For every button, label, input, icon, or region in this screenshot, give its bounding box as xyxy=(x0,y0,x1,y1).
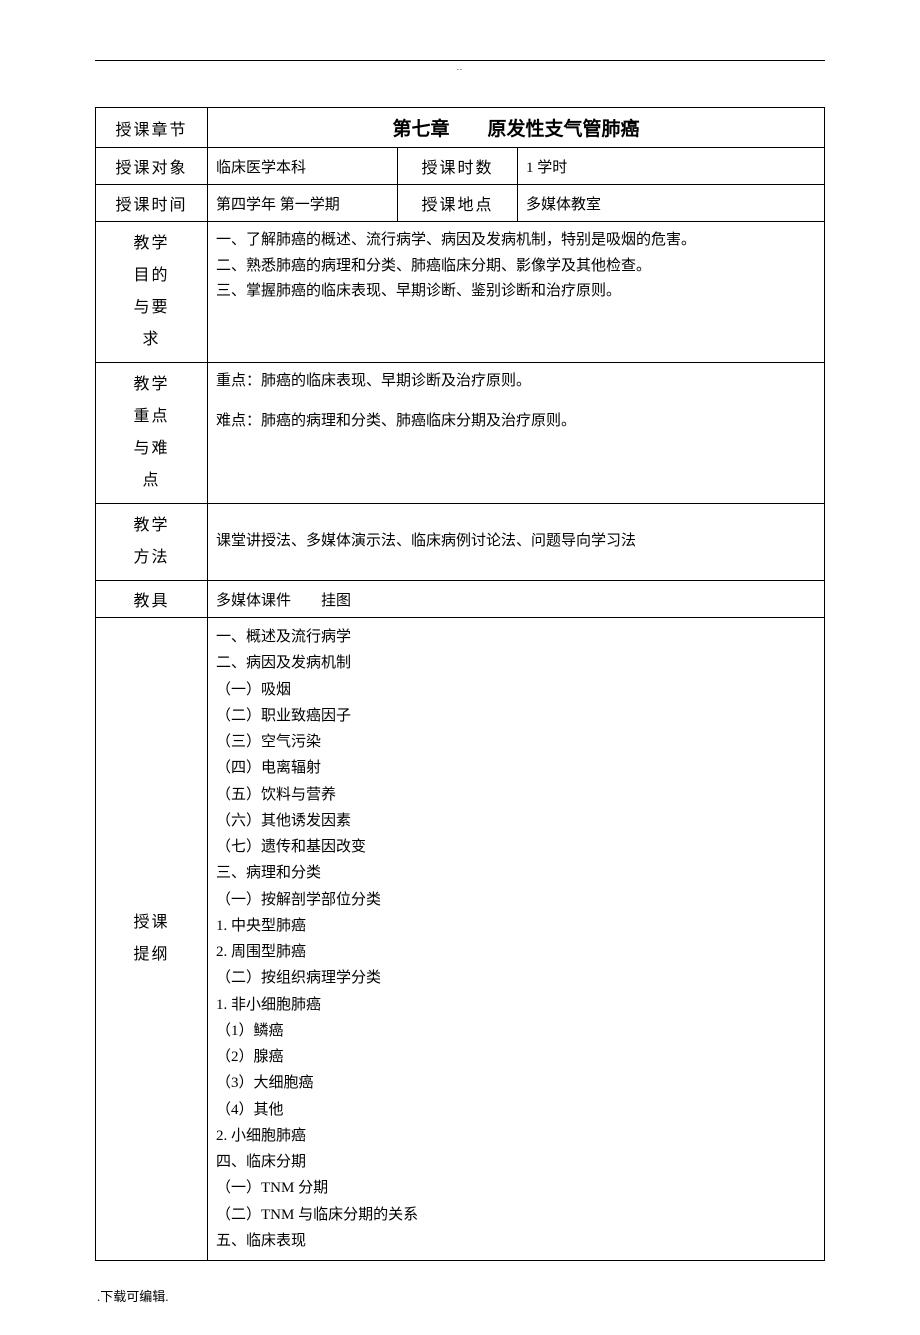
objectives-content: 一、了解肺癌的概述、流行病学、病因及发病机制，特别是吸烟的危害。 二、熟悉肺癌的… xyxy=(208,222,825,363)
label-keypoints-line: 教学 xyxy=(104,369,199,401)
outline-item: （五）饮料与营养 xyxy=(216,782,816,808)
lesson-plan-table: 授课章节 第七章 原发性支气管肺癌 授课对象 临床医学本科 授课时数 1 学时 … xyxy=(95,107,825,1261)
label-chapter: 授课章节 xyxy=(96,108,208,148)
row-methods: 教学 方法 课堂讲授法、多媒体演示法、临床病例讨论法、问题导向学习法 xyxy=(96,504,825,581)
label-hours: 授课时数 xyxy=(398,148,518,185)
row-outline: 授课 提纲 一、概述及流行病学 二、病因及发病机制 （一）吸烟 （二）职业致癌因… xyxy=(96,618,825,1261)
label-location: 授课地点 xyxy=(398,185,518,222)
outline-item: （二）TNM 与临床分期的关系 xyxy=(216,1202,816,1228)
row-keypoints: 教学 重点 与难 点 重点：肺癌的临床表现、早期诊断及治疗原则。 难点：肺癌的病… xyxy=(96,363,825,504)
outline-item: （一）按解剖学部位分类 xyxy=(216,887,816,913)
objectives-item: 三、掌握肺癌的临床表现、早期诊断、鉴别诊断和治疗原则。 xyxy=(216,279,816,305)
row-tools: 教具 多媒体课件 挂图 xyxy=(96,581,825,618)
chapter-title: 第七章 原发性支气管肺癌 xyxy=(208,108,825,148)
methods-content: 课堂讲授法、多媒体演示法、临床病例讨论法、问题导向学习法 xyxy=(208,504,825,581)
row-chapter: 授课章节 第七章 原发性支气管肺癌 xyxy=(96,108,825,148)
outline-content: 一、概述及流行病学 二、病因及发病机制 （一）吸烟 （二）职业致癌因子 （三）空… xyxy=(208,618,825,1261)
outline-item: 2. 周围型肺癌 xyxy=(216,939,816,965)
label-objectives-line: 教学 xyxy=(104,228,199,260)
header-dots: .. xyxy=(95,63,825,72)
outline-item: 1. 中央型肺癌 xyxy=(216,913,816,939)
value-time: 第四学年 第一学期 xyxy=(208,185,398,222)
header-rule xyxy=(95,60,825,61)
label-objectives-line: 与要 xyxy=(104,292,199,324)
outline-item: 二、病因及发病机制 xyxy=(216,650,816,676)
row-objectives: 教学 目的 与要 求 一、了解肺癌的概述、流行病学、病因及发病机制，特别是吸烟的… xyxy=(96,222,825,363)
label-objectives-line: 目的 xyxy=(104,260,199,292)
objectives-item: 二、熟悉肺癌的病理和分类、肺癌临床分期、影像学及其他检查。 xyxy=(216,254,816,280)
value-audience: 临床医学本科 xyxy=(208,148,398,185)
label-methods-line: 教学 xyxy=(104,510,199,542)
outline-item: （一）TNM 分期 xyxy=(216,1175,816,1201)
outline-item: 三、病理和分类 xyxy=(216,860,816,886)
outline-item: 2. 小细胞肺癌 xyxy=(216,1123,816,1149)
tools-content: 多媒体课件 挂图 xyxy=(208,581,825,618)
outline-item: （二）按组织病理学分类 xyxy=(216,965,816,991)
keypoints-content: 重点：肺癌的临床表现、早期诊断及治疗原则。 难点：肺癌的病理和分类、肺癌临床分期… xyxy=(208,363,825,504)
outline-item: （4）其他 xyxy=(216,1097,816,1123)
value-hours: 1 学时 xyxy=(518,148,825,185)
label-keypoints: 教学 重点 与难 点 xyxy=(96,363,208,504)
footer-note: .下载可编辑. xyxy=(97,1286,825,1305)
outline-item: 四、临床分期 xyxy=(216,1149,816,1175)
outline-item: 五、临床表现 xyxy=(216,1228,816,1254)
label-outline-line: 提纲 xyxy=(104,939,199,971)
outline-item: （3）大细胞癌 xyxy=(216,1070,816,1096)
label-objectives-line: 求 xyxy=(104,324,199,356)
outline-item: （三）空气污染 xyxy=(216,729,816,755)
value-location: 多媒体教室 xyxy=(518,185,825,222)
label-keypoints-line: 点 xyxy=(104,465,199,497)
keypoints-difficult: 难点：肺癌的病理和分类、肺癌临床分期及治疗原则。 xyxy=(216,409,816,435)
label-audience: 授课对象 xyxy=(96,148,208,185)
label-keypoints-line: 与难 xyxy=(104,433,199,465)
row-time: 授课时间 第四学年 第一学期 授课地点 多媒体教室 xyxy=(96,185,825,222)
outline-item: （七）遗传和基因改变 xyxy=(216,834,816,860)
label-methods-line: 方法 xyxy=(104,542,199,574)
label-keypoints-line: 重点 xyxy=(104,401,199,433)
outline-item: 1. 非小细胞肺癌 xyxy=(216,992,816,1018)
row-audience: 授课对象 临床医学本科 授课时数 1 学时 xyxy=(96,148,825,185)
objectives-item: 一、了解肺癌的概述、流行病学、病因及发病机制，特别是吸烟的危害。 xyxy=(216,228,816,254)
outline-item: （二）职业致癌因子 xyxy=(216,703,816,729)
label-outline: 授课 提纲 xyxy=(96,618,208,1261)
label-time: 授课时间 xyxy=(96,185,208,222)
outline-item: （四）电离辐射 xyxy=(216,755,816,781)
label-tools: 教具 xyxy=(96,581,208,618)
outline-item: （2）腺癌 xyxy=(216,1044,816,1070)
label-objectives: 教学 目的 与要 求 xyxy=(96,222,208,363)
keypoints-key: 重点：肺癌的临床表现、早期诊断及治疗原则。 xyxy=(216,369,816,395)
outline-item: 一、概述及流行病学 xyxy=(216,624,816,650)
outline-item: （六）其他诱发因素 xyxy=(216,808,816,834)
label-methods: 教学 方法 xyxy=(96,504,208,581)
outline-item: （一）吸烟 xyxy=(216,677,816,703)
label-outline-line: 授课 xyxy=(104,907,199,939)
outline-item: （1）鳞癌 xyxy=(216,1018,816,1044)
